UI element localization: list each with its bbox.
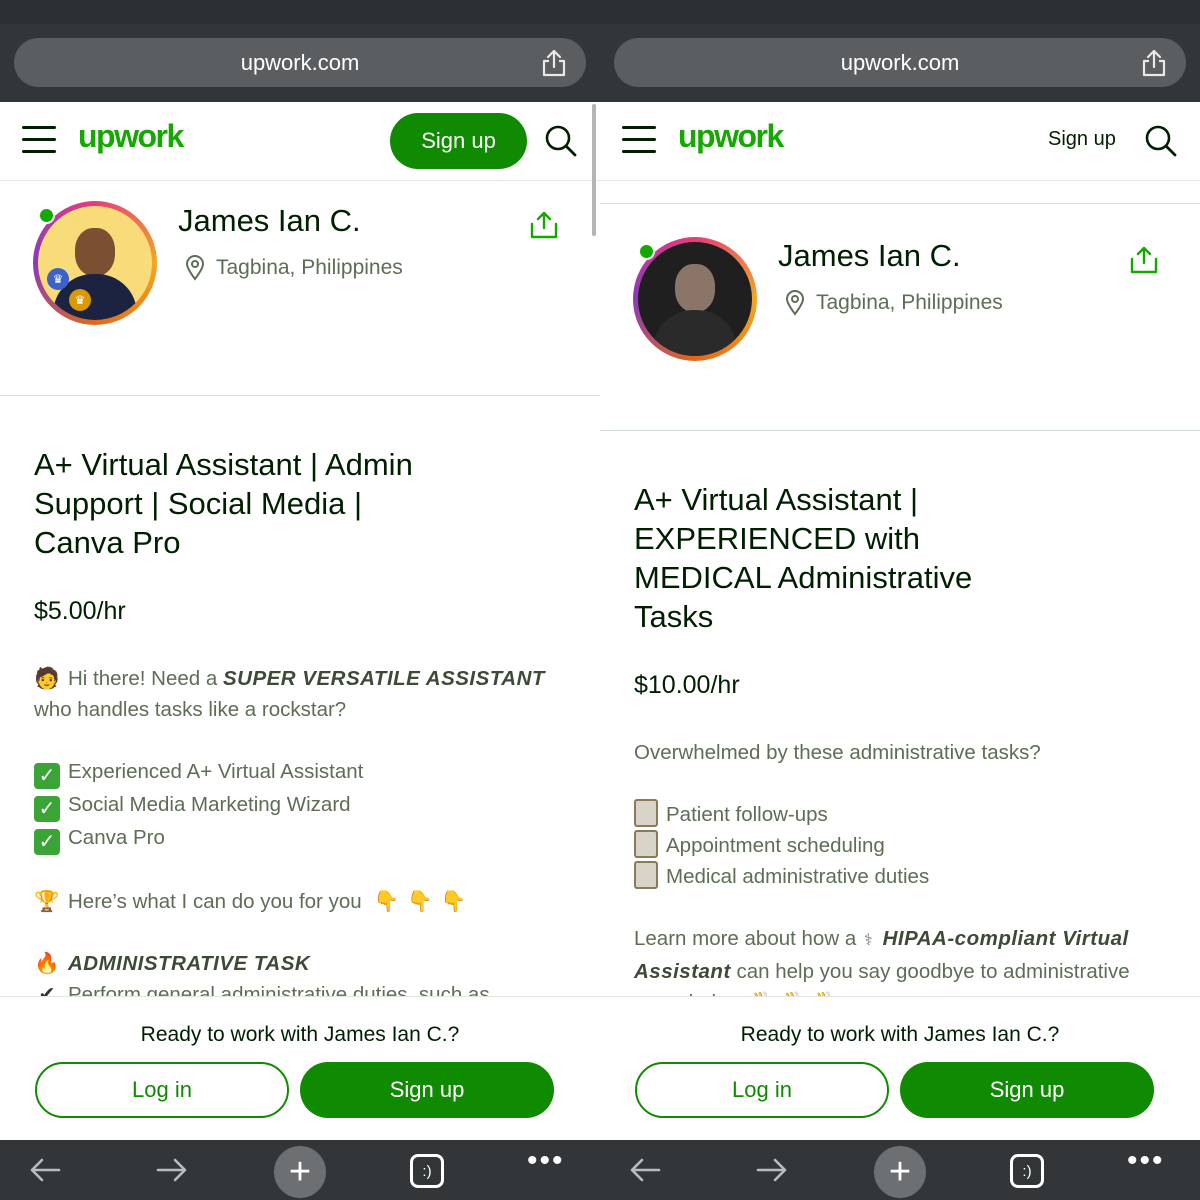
- menu-icon[interactable]: [22, 126, 56, 154]
- plus-icon[interactable]: +: [274, 1146, 326, 1198]
- person-laptop-icon: 🧑: [34, 666, 60, 690]
- browser-toolbar: upwork.com: [0, 0, 600, 102]
- left-screenshot: upwork.com upwork Sign up ♛ ♛ James Ian …: [0, 0, 600, 1200]
- url-bar[interactable]: upwork.com: [14, 38, 586, 87]
- tabs-icon[interactable]: :): [410, 1154, 444, 1188]
- cta-title: Ready to work with James Ian C.?: [140, 1023, 460, 1046]
- back-arrow-icon[interactable]: [628, 1152, 662, 1188]
- upwork-logo[interactable]: upwork: [78, 118, 184, 155]
- plus-icon[interactable]: +: [874, 1146, 926, 1198]
- share-icon[interactable]: [540, 48, 568, 78]
- browser-toolbar: upwork.com: [600, 0, 1200, 102]
- headline-line: EXPERIENCED with: [634, 521, 920, 556]
- online-status-dot: [38, 207, 55, 224]
- back-arrow-icon[interactable]: [28, 1152, 62, 1188]
- search-icon[interactable]: [544, 124, 578, 158]
- headline-line: A+ Virtual Assistant |: [634, 482, 919, 517]
- profile-name: James Ian C.: [178, 203, 361, 238]
- location-text: Tagbina, Philippines: [216, 256, 403, 279]
- more-icon[interactable]: •••: [527, 1144, 565, 1178]
- pointing-down-icon: 👇👇👇: [373, 890, 475, 913]
- status-bar: [600, 0, 1200, 24]
- clipboard-icon: [634, 799, 658, 827]
- top-rated-badge-icon: ♛: [47, 268, 69, 290]
- location-text: Tagbina, Philippines: [816, 291, 1003, 314]
- share-icon[interactable]: [1129, 245, 1159, 275]
- profile-description: Overwhelmed by these administrative task…: [634, 737, 1164, 1018]
- header-signup-link[interactable]: Sign up: [1048, 128, 1116, 151]
- tabs-icon[interactable]: :): [1010, 1154, 1044, 1188]
- online-status-dot: [638, 243, 655, 260]
- checkmark-icon: ✓: [34, 829, 60, 855]
- section-divider: [0, 395, 600, 396]
- scrollbar[interactable]: [592, 104, 596, 236]
- url-text: upwork.com: [240, 50, 360, 75]
- clipboard-icon: [634, 861, 658, 889]
- hourly-rate: $10.00/hr: [634, 671, 740, 699]
- url-bar[interactable]: upwork.com: [614, 38, 1186, 87]
- cta-panel: Ready to work with James Ian C.? Log in …: [600, 996, 1200, 1140]
- rising-talent-badge-icon: ♛: [69, 289, 91, 311]
- more-icon[interactable]: •••: [1127, 1144, 1165, 1178]
- site-header: upwork Sign up: [0, 102, 600, 181]
- profile-headline: A+ Virtual Assistant | EXPERIENCED with …: [634, 480, 972, 636]
- profile-location: Tagbina, Philippines: [184, 255, 403, 281]
- signup-button[interactable]: Sign up: [900, 1062, 1154, 1118]
- checkmark-icon: ✓: [34, 796, 60, 822]
- browser-bottom-bar: + :) •••: [0, 1140, 600, 1200]
- section-divider: [600, 430, 1200, 431]
- clipboard-icon: [634, 830, 658, 858]
- search-icon[interactable]: [1144, 124, 1178, 158]
- headline-line: A+ Virtual Assistant | Admin: [34, 447, 413, 482]
- trophy-icon: 🏆: [34, 889, 60, 913]
- profile-location: Tagbina, Philippines: [784, 290, 1003, 316]
- url-text: upwork.com: [840, 50, 960, 75]
- forward-arrow-icon[interactable]: [755, 1152, 789, 1188]
- section-divider: [600, 203, 1200, 204]
- cta-title: Ready to work with James Ian C.?: [740, 1023, 1060, 1046]
- profile-headline: A+ Virtual Assistant | Admin Support | S…: [34, 445, 413, 562]
- checkmark-icon: ✓: [34, 763, 60, 789]
- fire-icon: 🔥: [34, 951, 60, 975]
- location-pin-icon: [185, 255, 205, 281]
- cta-panel: Ready to work with James Ian C.? Log in …: [0, 996, 600, 1140]
- hourly-rate: $5.00/hr: [34, 597, 126, 625]
- browser-bottom-bar: + :) •••: [600, 1140, 1200, 1200]
- profile-name: James Ian C.: [778, 238, 961, 273]
- status-bar: [0, 0, 600, 24]
- headline-line: MEDICAL Administrative: [634, 560, 973, 595]
- header-signup-button[interactable]: Sign up: [390, 113, 527, 169]
- headline-line: Tasks: [634, 599, 714, 634]
- signup-button[interactable]: Sign up: [300, 1062, 554, 1118]
- menu-icon[interactable]: [622, 126, 656, 154]
- headline-line: Canva Pro: [34, 525, 181, 560]
- site-header: upwork Sign up: [600, 102, 1200, 181]
- right-screenshot: upwork.com upwork Sign up James Ian C. T…: [600, 0, 1200, 1200]
- forward-arrow-icon[interactable]: [155, 1152, 189, 1188]
- login-button[interactable]: Log in: [35, 1062, 289, 1118]
- profile-description: 🧑 Hi there! Need a SUPER VERSATILE ASSIST…: [34, 663, 564, 1010]
- upwork-logo[interactable]: upwork: [678, 118, 784, 155]
- share-icon[interactable]: [529, 210, 559, 240]
- medical-symbol-icon: ⚕: [863, 932, 873, 949]
- headline-line: Support | Social Media |: [34, 486, 362, 521]
- login-button[interactable]: Log in: [635, 1062, 889, 1118]
- share-icon[interactable]: [1140, 48, 1168, 78]
- location-pin-icon: [785, 290, 805, 316]
